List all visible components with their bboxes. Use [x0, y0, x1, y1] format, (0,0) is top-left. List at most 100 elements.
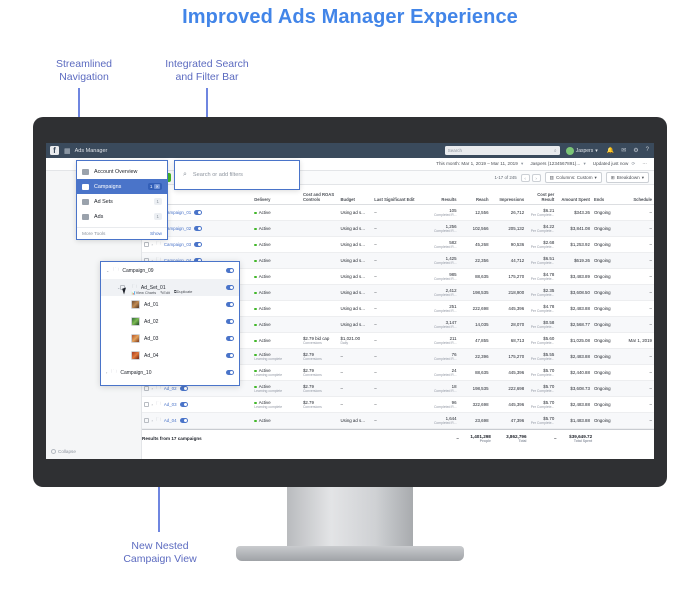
collapse-button[interactable]: Collapse [51, 449, 76, 454]
columns-button[interactable]: ▥ Columns: Custom ▾ [544, 172, 602, 183]
column-header-amount-spent[interactable]: Amount Spent [556, 197, 592, 202]
row-name-label[interactable]: Ad_03 [164, 402, 177, 407]
chevron-right-icon[interactable]: › [152, 386, 153, 391]
nested-row-toggle[interactable] [226, 285, 234, 290]
row-checkbox[interactable] [144, 418, 149, 423]
chevron-right-icon[interactable]: › [106, 370, 107, 375]
row-results-cell: 1,425 Completed R... [425, 256, 459, 265]
action-edit[interactable]: ✎Edit [160, 290, 170, 295]
row-name-cell[interactable]: › 🗀 Ad_03 [142, 401, 252, 409]
column-header-reach[interactable]: Reach [459, 197, 491, 202]
sidebar-item-ads[interactable]: Ads 1 [77, 209, 167, 224]
column-header-impressions[interactable]: Impressions [491, 197, 527, 202]
column-header-delivery[interactable]: Delivery [252, 197, 301, 202]
row-ends-cell: Ongoing [593, 338, 611, 343]
table-row[interactable]: › 🗀 Ad_03 Active Learning complete $2.79 Conve… [142, 397, 654, 413]
column-header-ends[interactable]: Ends [592, 197, 620, 202]
row-ends-cell: Ongoing [593, 258, 611, 263]
row-name-cell[interactable]: › 🗀 Campaign_03 [142, 241, 252, 249]
global-search-input[interactable]: Search ⌕ [444, 146, 560, 155]
account-selector[interactable]: Jaspers (1234567891)... ▾ [530, 161, 585, 167]
chevron-right-icon[interactable]: › [152, 242, 153, 247]
grid-menu-icon[interactable]: ▦ [64, 147, 71, 155]
help-icon[interactable]: ? [646, 147, 649, 154]
row-name-label[interactable]: Ad_02 [164, 386, 177, 391]
column-header-roas[interactable]: Cost and ROAS Controls [301, 192, 339, 202]
row-status-toggle[interactable] [194, 210, 203, 215]
breakdown-button[interactable]: ⊞ Breakdown ▾ [605, 172, 649, 183]
notifications-icon[interactable]: 🔔 [607, 147, 614, 154]
action-duplicate[interactable]: ⧉Duplicate [174, 290, 193, 295]
nested-row-toggle[interactable] [226, 319, 234, 324]
row-name-label[interactable]: Campaign_03 [164, 242, 191, 247]
nested-row-campaign_10[interactable]: › 🗀 Campaign_10 [101, 364, 239, 381]
callout-nav-line1: Streamlined [55, 58, 113, 70]
nested-row-toggle[interactable] [226, 353, 234, 358]
totals-spent: $39,649.72 Total Spent [557, 434, 592, 443]
messages-icon[interactable]: ✉ [621, 147, 626, 154]
gear-icon[interactable]: ⚙ [633, 147, 638, 154]
nested-row-toggle[interactable] [226, 336, 234, 341]
nested-row-ad_set_01[interactable]: ⌄ 🗀 Ad_Set_01 📊View Charts ✎Edit ⧉Duplicate [101, 279, 239, 296]
chevron-down-icon: ▾ [595, 147, 598, 154]
row-cpr-sub: Per Complete... [530, 229, 555, 233]
sidebar-badge[interactable]: 1 ✕ [148, 183, 162, 190]
row-status-toggle[interactable] [179, 402, 188, 407]
nested-row-ad_01[interactable]: Ad_01 [101, 296, 239, 313]
row-name-cell[interactable]: › 🗀 Ad_04 [142, 417, 252, 425]
nested-row-campaign_09[interactable]: ⌄ 🗀 Campaign_09 [101, 262, 239, 279]
column-header-schedule[interactable]: Schedule [620, 197, 654, 202]
nested-row-ad_03[interactable]: Ad_03 [101, 330, 239, 347]
row-name-label[interactable]: Ad_04 [164, 418, 177, 423]
row-results-cell: 251 Completed R... [425, 304, 459, 313]
nested-row-ad_02[interactable]: Ad_02 [101, 313, 239, 330]
monitor-stand-neck [287, 487, 413, 549]
sidebar-item-account-overview[interactable]: Account Overview [77, 164, 167, 179]
row-impressions-cell: 218,900 [508, 290, 525, 295]
nested-row-ad_04[interactable]: Ad_04 [101, 347, 239, 364]
nested-row-toggle[interactable] [226, 268, 234, 273]
date-range-selector[interactable]: This month: Mar 1, 2019 – Mar 11, 2019 ▾ [436, 161, 523, 167]
chevron-right-icon[interactable]: › [152, 402, 153, 407]
nested-row-toggle[interactable] [226, 370, 234, 375]
column-header-budget[interactable]: Budget [338, 197, 372, 202]
column-header-cost-per-result[interactable]: Cost per Result [526, 192, 556, 202]
show-link[interactable]: Show [150, 232, 162, 237]
row-status-toggle[interactable] [179, 386, 188, 391]
row-last-edit-cell: – [374, 242, 377, 247]
more-tools-label[interactable]: More Tools [82, 232, 105, 237]
row-checkbox[interactable] [144, 242, 149, 247]
row-spent-cell: $2,483.88 [570, 306, 590, 311]
row-results-sub: Completed R... [433, 405, 457, 409]
table-row[interactable]: ›🗀Campaign_02ActiveUsing ad s...–1,256Co… [142, 221, 654, 237]
prev-page-button[interactable]: ‹ [520, 173, 530, 182]
nested-row-label: Ad_01 [144, 301, 159, 308]
table-row[interactable]: › 🗀 Ad_04 Active Using ad s... –1,644 Complete… [142, 413, 654, 429]
sidebar-item-campaigns[interactable]: Campaigns 1 ✕ [77, 179, 167, 194]
column-header-results[interactable]: Results [425, 197, 459, 202]
row-last-edit-cell: – [374, 338, 377, 343]
row-results-cell: 3,147 Completed R... [425, 320, 459, 329]
chevron-down-icon[interactable]: ⌄ [106, 268, 109, 273]
table-row[interactable]: › 🗀 Campaign_03 Active Using ad s... –582 Comp… [142, 237, 654, 253]
more-options-icon[interactable]: ⋯ [642, 161, 647, 167]
user-menu[interactable]: Jaspers ▾ [565, 146, 598, 155]
column-header-last-edit[interactable]: Last Significant Edit [372, 197, 424, 202]
chevron-right-icon[interactable]: › [152, 418, 153, 423]
row-reach-cell: 22,356 [475, 258, 489, 263]
next-page-button[interactable]: › [531, 173, 541, 182]
row-status-toggle[interactable] [179, 418, 188, 423]
row-schedule-cell: – [649, 306, 652, 311]
action-view-charts[interactable]: 📊View Charts [131, 290, 156, 295]
search-filter-popover[interactable]: ⌕ Search or add filters [174, 160, 300, 190]
refresh-icon[interactable]: ⟳ [632, 161, 636, 166]
table-row[interactable]: ›🗀Campaign_01ActiveUsing ad s...–105Comp… [142, 205, 654, 221]
row-checkbox[interactable] [144, 402, 149, 407]
nested-row-toggle[interactable] [226, 302, 234, 307]
row-status-toggle[interactable] [194, 226, 203, 231]
row-status-toggle[interactable] [194, 242, 203, 247]
row-checkbox[interactable] [144, 386, 149, 391]
row-spent-cell: $3,841.08 [570, 226, 590, 231]
row-results-cell: 2,412 Completed R... [425, 288, 459, 297]
sidebar-item-ad-sets[interactable]: Ad Sets 1 [77, 194, 167, 209]
